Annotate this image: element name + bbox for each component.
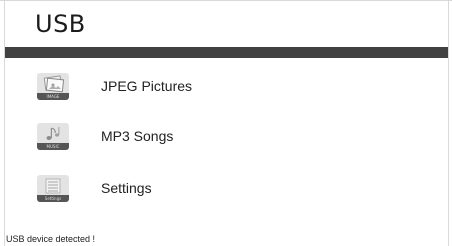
header-bar <box>5 47 448 58</box>
menu-item-label: Settings <box>101 180 152 196</box>
status-message: USB device detected ! <box>6 234 96 244</box>
icon-caption: IMAGE <box>37 92 69 100</box>
menu-item-label: JPEG Pictures <box>101 78 193 94</box>
menu-item-settings[interactable]: Settings Settings <box>37 173 152 203</box>
menu-item-jpeg-pictures[interactable]: IMAGE JPEG Pictures <box>37 71 192 101</box>
picture-icon: IMAGE <box>37 72 69 100</box>
settings-icon: Settings <box>37 174 69 202</box>
icon-caption: Settings <box>37 194 69 202</box>
page-title: USB <box>35 10 86 38</box>
music-note-icon: MUSIC <box>37 122 69 150</box>
menu-item-mp3-songs[interactable]: MUSIC MP3 Songs <box>37 121 173 151</box>
frame-left-border <box>4 0 5 246</box>
menu-item-label: MP3 Songs <box>101 128 174 144</box>
frame-top-border <box>0 0 452 1</box>
icon-caption: MUSIC <box>37 142 69 150</box>
frame-right-border <box>448 0 449 246</box>
